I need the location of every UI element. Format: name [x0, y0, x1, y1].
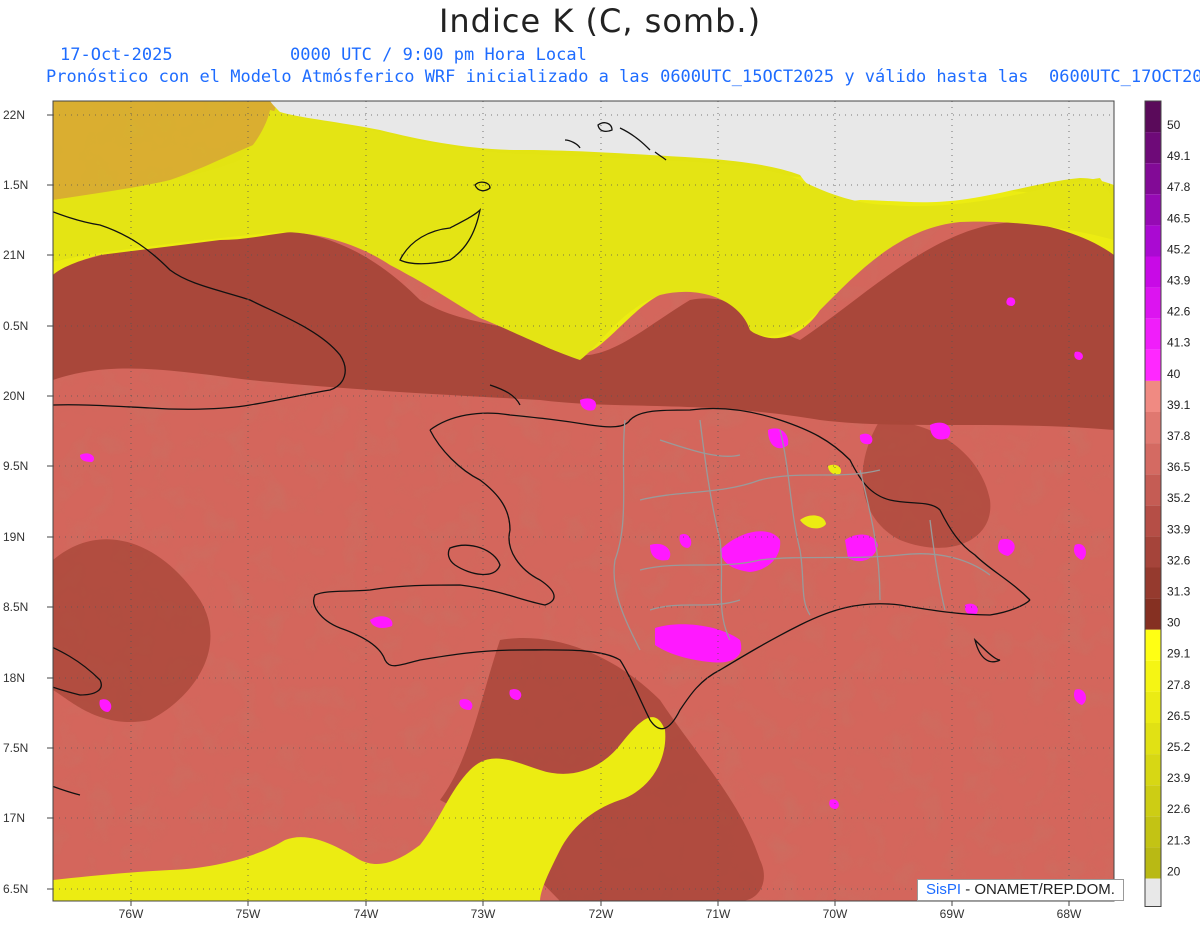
lon-label: 69W — [940, 907, 965, 921]
colorbar-label: 31.3 — [1167, 585, 1191, 599]
colorbar-swatch — [1145, 754, 1161, 786]
colorbar-label: 33.9 — [1167, 522, 1191, 536]
lon-label: 73W — [471, 907, 496, 921]
colorbar-swatch — [1145, 474, 1161, 506]
lon-label: 74W — [354, 907, 379, 921]
credit-org: - ONAMET/REP.DOM. — [961, 881, 1115, 898]
colorbar-swatch — [1145, 598, 1161, 630]
colorbar-swatch — [1145, 412, 1161, 444]
colorbar-swatch — [1145, 629, 1161, 661]
lon-axis: 76W 75W 74W 73W 72W 71W 70W 69W 68W — [119, 907, 1082, 921]
colorbar-swatch — [1145, 256, 1161, 288]
lat-label: 7.5N — [3, 741, 28, 755]
colorbar-swatch — [1145, 318, 1161, 350]
lon-label: 71W — [706, 907, 731, 921]
lat-label: 8.5N — [3, 600, 28, 614]
colorbar-label: 47.8 — [1167, 180, 1191, 194]
colorbar-swatch — [1145, 536, 1161, 568]
lon-label: 76W — [119, 907, 144, 921]
colorbar-swatch — [1145, 349, 1161, 381]
colorbar-swatch — [1145, 847, 1161, 879]
credit-brand: SisPI — [926, 881, 962, 898]
colorbar-label: 29.1 — [1167, 647, 1191, 661]
lat-label: 6.5N — [3, 882, 28, 896]
colorbar-label: 30 — [1167, 616, 1181, 630]
colorbar-label: 37.8 — [1167, 429, 1191, 443]
colorbar-label: 36.5 — [1167, 460, 1191, 474]
colorbar-label: 26.5 — [1167, 709, 1191, 723]
colorbar-label: 21.3 — [1167, 833, 1191, 847]
colorbar-swatch — [1145, 816, 1161, 848]
lat-label: 20N — [3, 389, 25, 403]
lat-ticks — [47, 114, 53, 890]
colorbar-swatch — [1145, 132, 1161, 164]
colorbar-label: 35.2 — [1167, 491, 1191, 505]
lat-label: 22N — [3, 108, 25, 122]
lat-label: 17N — [3, 811, 25, 825]
colorbar-swatch — [1145, 287, 1161, 319]
lat-label: 19N — [3, 530, 25, 544]
lon-label: 70W — [823, 907, 848, 921]
colorbar-swatch — [1145, 567, 1161, 599]
colorbar-label: 43.9 — [1167, 274, 1191, 288]
colorbar-swatch — [1145, 225, 1161, 257]
colorbar-label: 41.3 — [1167, 336, 1191, 350]
colorbar-swatch-low — [1145, 878, 1161, 907]
colorbar-label: 25.2 — [1167, 740, 1191, 754]
lon-label: 75W — [236, 907, 261, 921]
colorbar-swatch — [1145, 691, 1161, 723]
colorbar-label: 39.1 — [1167, 398, 1191, 412]
colorbar-label: 32.6 — [1167, 553, 1191, 567]
colorbar-swatch — [1145, 101, 1161, 133]
colorbar-label: 49.1 — [1167, 149, 1191, 163]
colorbar: 50 49.1 47.8 46.5 45.2 43.9 42.6 41.3 40 39.1 37.8… — [1144, 100, 1191, 907]
lat-label: 18N — [3, 671, 25, 685]
lon-label: 72W — [589, 907, 614, 921]
colorbar-swatch — [1145, 380, 1161, 412]
lat-label: 1.5N — [3, 178, 28, 192]
colorbar-label: 20 — [1167, 864, 1181, 878]
colorbar-label: 27.8 — [1167, 678, 1191, 692]
colorbar-label: 46.5 — [1167, 211, 1191, 225]
colorbar-label: 23.9 — [1167, 771, 1191, 785]
colorbar-swatch — [1145, 660, 1161, 692]
colorbar-label: 40 — [1167, 367, 1181, 381]
colorbar-swatch — [1145, 723, 1161, 755]
colorbar-label: 22.6 — [1167, 802, 1191, 816]
colorbar-label: 45.2 — [1167, 242, 1191, 256]
colorbar-swatch — [1145, 163, 1161, 195]
colorbar-swatch — [1145, 785, 1161, 817]
lon-label: 68W — [1057, 907, 1082, 921]
lat-label: 0.5N — [3, 319, 28, 333]
lon-ticks — [130, 901, 1070, 906]
lat-axis: 22N 1.5N 21N 0.5N 20N 9.5N 19N 8.5N 18N … — [3, 108, 28, 896]
lat-label: 21N — [3, 248, 25, 262]
k-index-map: 22N 1.5N 21N 0.5N 20N 9.5N 19N 8.5N 18N … — [3, 100, 1191, 921]
lat-label: 9.5N — [3, 459, 28, 473]
credit-box: SisPI - ONAMET/REP.DOM. — [917, 879, 1124, 901]
colorbar-label: 42.6 — [1167, 305, 1191, 319]
colorbar-label: 50 — [1167, 118, 1181, 132]
colorbar-swatch — [1145, 194, 1161, 226]
colorbar-swatch — [1145, 443, 1161, 475]
colorbar-swatch — [1145, 505, 1161, 537]
